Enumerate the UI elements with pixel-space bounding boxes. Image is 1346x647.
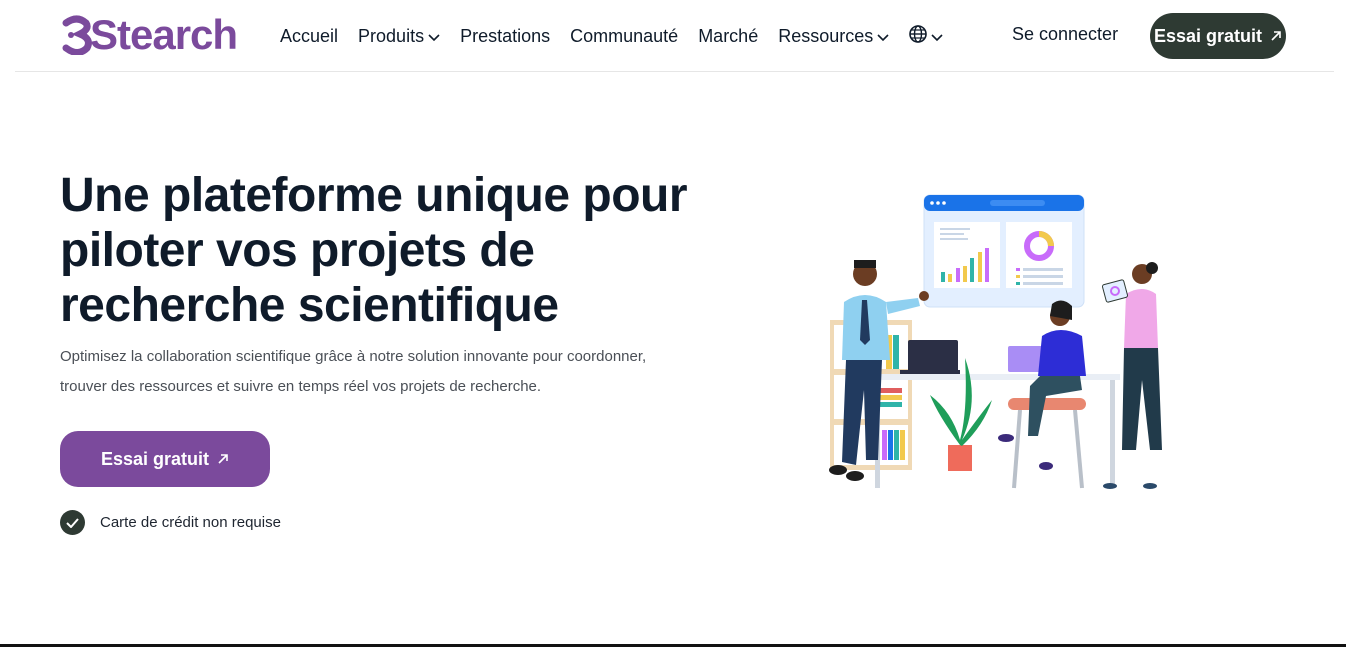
nav-label: Ressources	[778, 25, 874, 46]
trial-button-label: Essai gratuit	[1153, 25, 1263, 46]
globe-icon	[909, 24, 928, 48]
trial-button-label: Essai gratuit	[100, 448, 210, 469]
nav-label: Communauté	[570, 25, 679, 46]
language-selector[interactable]	[909, 24, 943, 48]
nav-item-prestations[interactable]: Prestations	[460, 26, 550, 47]
hero-trial-button[interactable]: Essai gratuit	[60, 431, 270, 487]
nav-label: Produits	[358, 25, 425, 46]
logo[interactable]: Stearch	[62, 10, 238, 60]
logo-mark-icon	[62, 15, 92, 56]
hero-title: Une plateforme unique pour piloter vos p…	[60, 169, 688, 332]
nav-label: Prestations	[460, 25, 551, 46]
nav-item-communaute[interactable]: Communauté	[570, 26, 678, 47]
nav-item-accueil[interactable]: Accueil	[280, 26, 338, 47]
chevron-down-icon	[877, 26, 889, 47]
nav-item-ressources[interactable]: Ressources	[778, 26, 889, 47]
nav-label: Accueil	[280, 25, 339, 46]
no-credit-card-note: Carte de crédit non requise	[60, 510, 281, 535]
nav-item-produits[interactable]: Produits	[358, 26, 440, 47]
nav-label: Marché	[698, 25, 759, 46]
team-illustration	[820, 190, 1170, 495]
chevron-down-icon	[931, 26, 943, 47]
main-nav: Accueil Produits Prestations Communauté …	[280, 22, 963, 50]
arrow-up-right-icon	[217, 449, 229, 470]
check-icon	[60, 510, 85, 535]
hero-subtitle: Optimisez la collaboration scientifique …	[60, 348, 647, 395]
site-header: Stearch Accueil Produits Prestations Com…	[15, 0, 1334, 72]
login-link[interactable]: Se connecter	[1012, 24, 1118, 45]
arrow-up-right-icon	[1270, 26, 1282, 47]
chevron-down-icon	[428, 26, 440, 47]
logo-text: Stearch	[90, 11, 238, 58]
note-text: Carte de crédit non requise	[100, 514, 281, 531]
nav-item-marche[interactable]: Marché	[698, 26, 758, 47]
header-trial-button[interactable]: Essai gratuit	[1150, 13, 1286, 59]
